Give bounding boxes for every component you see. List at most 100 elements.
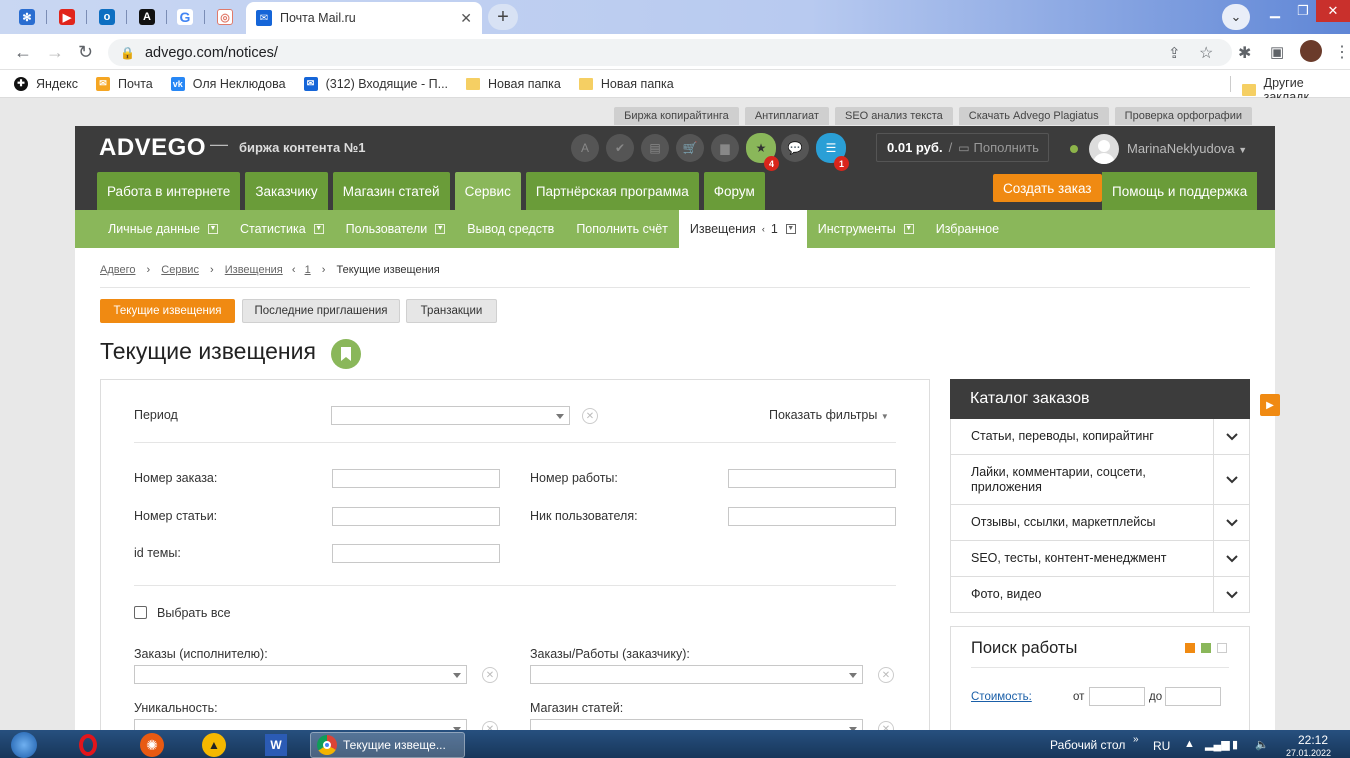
crumb-notices[interactable]: Извещения bbox=[225, 264, 283, 276]
bookmark-folder-2[interactable]: Новая папка bbox=[578, 77, 674, 91]
uniqueness-select[interactable] bbox=[134, 719, 467, 730]
reload-icon[interactable]: ↻ bbox=[78, 42, 93, 63]
orders-executor-select[interactable] bbox=[134, 665, 467, 684]
bookmark-folder-1[interactable]: Новая папка bbox=[466, 77, 561, 91]
tab-recent-invites[interactable]: Последние приглашения bbox=[242, 299, 400, 323]
create-order-button[interactable]: Создать заказ bbox=[993, 174, 1102, 202]
subnav-personal[interactable]: Личные данные ▼ bbox=[97, 210, 229, 248]
close-window-icon[interactable]: ✕ bbox=[1316, 0, 1350, 22]
top-link-seo[interactable]: SEO анализ текста bbox=[834, 107, 953, 125]
back-icon[interactable]: ← bbox=[14, 42, 32, 63]
omnibox[interactable]: 🔒 advego.com/notices/ bbox=[108, 39, 1232, 66]
nav-customer[interactable]: Заказчику bbox=[245, 172, 328, 210]
dropdown-icon[interactable]: ▼ bbox=[313, 224, 324, 234]
arrow-up-icon[interactable]: ▲ bbox=[1184, 738, 1195, 750]
nav-article-shop[interactable]: Магазин статей bbox=[332, 172, 450, 210]
top-link-plagiatus[interactable]: Скачать Advego Plagiatus bbox=[958, 107, 1109, 125]
side-panel-toggle[interactable]: ▶ bbox=[1260, 394, 1280, 416]
subnav-users[interactable]: Пользователи ▼ bbox=[335, 210, 457, 248]
work-number-input[interactable] bbox=[728, 469, 896, 488]
clear-icon[interactable]: ✕ bbox=[482, 667, 498, 683]
pinned-tab-1[interactable]: ✻ bbox=[8, 4, 46, 30]
restore-icon[interactable]: ❐ bbox=[1286, 0, 1320, 22]
nav-service[interactable]: Сервис bbox=[454, 172, 521, 210]
bookmark-yandex[interactable]: ✚ Яндекс bbox=[14, 76, 78, 91]
aimp-icon[interactable]: ▲ bbox=[192, 732, 236, 758]
subnav-tools[interactable]: Инструменты ▼ bbox=[807, 210, 925, 248]
topic-id-input[interactable] bbox=[332, 544, 500, 563]
top-link-spelling[interactable]: Проверка орфографии bbox=[1114, 107, 1252, 125]
forward-icon[interactable]: → bbox=[46, 42, 64, 63]
taskbar-chrome-button[interactable]: Текущие извеще... bbox=[310, 732, 465, 758]
sidepanel-icon[interactable]: ▣ bbox=[1270, 43, 1284, 61]
subnav-deposit[interactable]: Пополнить счёт bbox=[565, 210, 679, 248]
orders-customer-select[interactable] bbox=[530, 665, 863, 684]
chevron-down-icon[interactable] bbox=[1213, 455, 1249, 504]
user-nick-input[interactable] bbox=[728, 507, 896, 526]
clock-time[interactable]: 22:12 bbox=[1298, 733, 1328, 747]
volume-icon[interactable]: 🔈 bbox=[1255, 738, 1269, 751]
language-indicator[interactable]: RU bbox=[1153, 739, 1170, 753]
pinned-tab-4[interactable]: A bbox=[128, 4, 166, 30]
crumb-home[interactable]: Адвего bbox=[100, 264, 135, 276]
tab-current-notices[interactable]: Текущие извещения bbox=[100, 299, 235, 323]
opera-icon[interactable] bbox=[66, 732, 110, 758]
pinned-tab-3[interactable]: o bbox=[88, 4, 126, 30]
profile-avatar[interactable] bbox=[1300, 40, 1322, 62]
start-button[interactable] bbox=[2, 732, 46, 758]
url-text[interactable]: advego.com/notices/ bbox=[145, 45, 278, 61]
clear-icon[interactable]: ✕ bbox=[582, 408, 598, 424]
topup-link[interactable]: Пополнить bbox=[974, 140, 1039, 155]
subnav-notices[interactable]: Извещения ‹ 1 ▼ bbox=[678, 210, 807, 248]
nav-forum[interactable]: Форум bbox=[703, 172, 765, 210]
pinned-tab-6[interactable]: ◎ bbox=[206, 4, 244, 30]
nav-work-online[interactable]: Работа в интернете bbox=[97, 172, 241, 210]
view-green-icon[interactable] bbox=[1201, 643, 1211, 653]
cart-icon[interactable]: 🛒 bbox=[676, 134, 704, 162]
subnav-stats[interactable]: Статистика ▼ bbox=[229, 210, 335, 248]
period-select[interactable] bbox=[331, 406, 570, 425]
catalog-item[interactable]: Отзывы, ссылки, маркетплейсы bbox=[950, 505, 1250, 541]
balance-box[interactable]: 0.01 руб. / ▭ Пополнить bbox=[876, 133, 1049, 162]
clear-icon[interactable]: ✕ bbox=[878, 667, 894, 683]
clear-icon[interactable]: ✕ bbox=[878, 721, 894, 730]
cost-link[interactable]: Стоимость: bbox=[971, 691, 1032, 703]
subnav-favorites[interactable]: Избранное bbox=[925, 210, 1010, 248]
check-icon[interactable]: ✔ bbox=[606, 134, 634, 162]
select-all-checkbox[interactable] bbox=[134, 606, 147, 619]
username[interactable]: MarinaNeklyudova ▼ bbox=[1127, 141, 1247, 156]
order-number-input[interactable] bbox=[332, 469, 500, 488]
document-icon[interactable]: ▤ bbox=[641, 134, 669, 162]
menu-icon[interactable]: ⋮ bbox=[1334, 42, 1350, 62]
crumb-service[interactable]: Сервис bbox=[161, 264, 199, 276]
media-player-icon[interactable]: ✺ bbox=[130, 732, 174, 758]
show-filters-link[interactable]: Показать фильтры ▼ bbox=[769, 408, 889, 422]
catalog-item[interactable]: Лайки, комментарии, соцсети, приложения bbox=[950, 455, 1250, 505]
chevron-down-icon[interactable] bbox=[1213, 541, 1249, 576]
clock-date[interactable]: 27.01.2022 bbox=[1286, 748, 1331, 758]
pinned-tab-2[interactable]: ▶ bbox=[48, 4, 86, 30]
close-tab-icon[interactable]: ✕ bbox=[460, 10, 472, 27]
article-number-input[interactable] bbox=[332, 507, 500, 526]
chevron-up-icon[interactable]: » bbox=[1133, 734, 1139, 745]
star-icon[interactable]: ☆ bbox=[1199, 43, 1213, 63]
chevron-down-icon[interactable] bbox=[1213, 577, 1249, 612]
pinned-tab-5[interactable]: G bbox=[166, 4, 204, 30]
article-shop-select[interactable] bbox=[530, 719, 863, 730]
view-orange-icon[interactable] bbox=[1185, 643, 1195, 653]
catalog-item[interactable]: Статьи, переводы, копирайтинг bbox=[950, 419, 1250, 455]
share-icon[interactable]: ⇪ bbox=[1168, 44, 1181, 62]
new-tab-button[interactable]: + bbox=[488, 4, 518, 30]
cost-from-input[interactable] bbox=[1089, 687, 1145, 706]
clear-icon[interactable]: ✕ bbox=[482, 721, 498, 730]
catalog-item[interactable]: SEO, тесты, контент-менеджмент bbox=[950, 541, 1250, 577]
folder-icon[interactable]: ▆ bbox=[711, 134, 739, 162]
help-button[interactable]: Помощь и поддержка bbox=[1102, 172, 1258, 210]
cost-to-input[interactable] bbox=[1165, 687, 1221, 706]
subnav-withdraw[interactable]: Вывод средств bbox=[456, 210, 565, 248]
word-icon[interactable]: W bbox=[254, 732, 298, 758]
tab-transactions[interactable]: Транзакции bbox=[406, 299, 497, 323]
site-logo[interactable]: ADVEGO bbox=[99, 134, 206, 162]
dropdown-icon[interactable]: ▼ bbox=[435, 224, 446, 234]
dropdown-icon[interactable]: ▼ bbox=[208, 224, 218, 234]
